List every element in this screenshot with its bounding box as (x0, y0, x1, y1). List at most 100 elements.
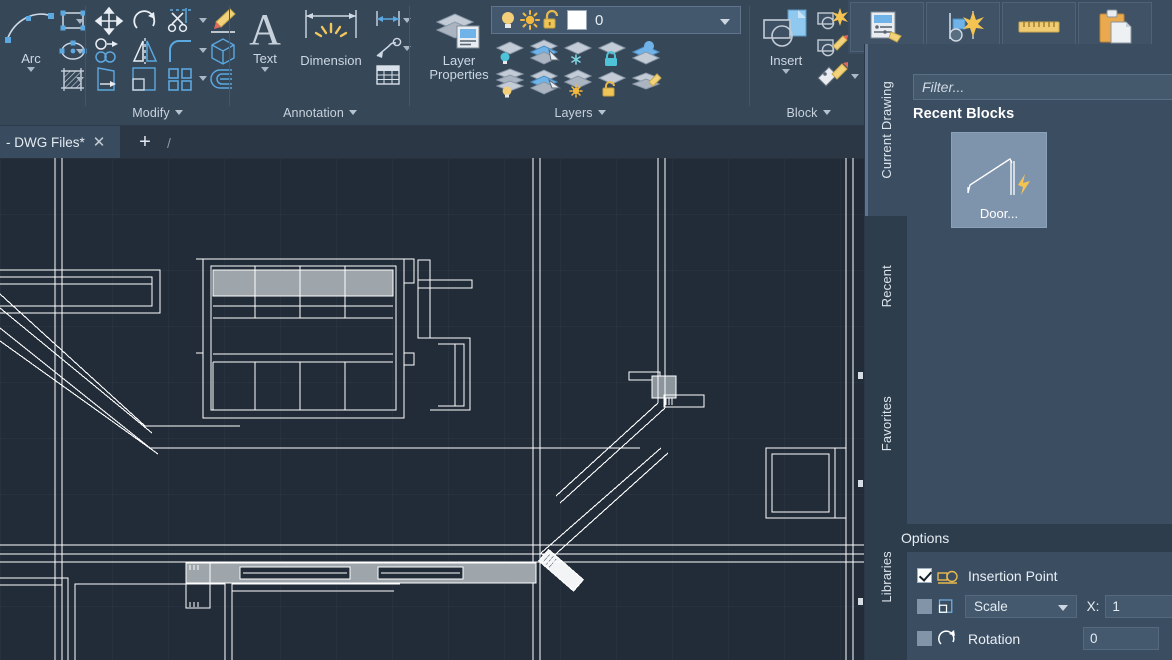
arc-icon (5, 6, 57, 50)
rotation-label: Rotation (968, 631, 1020, 647)
block-attribute-button[interactable] (815, 62, 849, 95)
text-button[interactable]: A Text (239, 6, 291, 72)
insert-block-button[interactable]: Insert (755, 6, 817, 74)
scale-dropdown-value: Scale (974, 599, 1008, 614)
stretch-button[interactable] (92, 64, 126, 99)
tab-divider: / (167, 135, 171, 151)
palette-tab-current-drawing[interactable]: Current Drawing (865, 44, 907, 216)
leader-button[interactable] (373, 34, 403, 65)
close-icon[interactable]: ✕ (93, 135, 106, 150)
rotation-field[interactable]: 0 (1083, 627, 1159, 650)
hatch-dropdown-caret[interactable] (76, 77, 84, 82)
layer-dropdown-caret[interactable] (720, 19, 730, 25)
file-tab[interactable]: - DWG Files* ✕ (0, 126, 120, 158)
block-item-door-label: Door... (952, 206, 1046, 221)
ruler-icon (1017, 16, 1061, 38)
layer-turn-on-icon (527, 68, 561, 98)
annotation-panel-caret[interactable] (349, 110, 357, 115)
block-attribute-dropdown-caret[interactable] (851, 74, 859, 79)
panel-title-layers-label: Layers (554, 106, 592, 120)
layer-freeze-icon (561, 38, 595, 68)
ribbon-panel-modify: Modify (86, 0, 229, 126)
scale-x-field[interactable]: 1 (1105, 595, 1172, 618)
layer-change-button[interactable] (629, 68, 663, 103)
file-tab-label: - DWG Files* (6, 135, 85, 150)
door-swing-icon (952, 133, 1046, 207)
linear-dimension-button[interactable] (373, 6, 403, 37)
svg-text:A: A (249, 6, 281, 50)
table-button[interactable] (373, 62, 403, 93)
new-tab-button[interactable]: + (130, 126, 160, 158)
option-scale-row: Scale X: 1 (865, 591, 1172, 622)
panel-title-block: Block (751, 102, 866, 126)
palette-tab-favorites[interactable]: Favorites (865, 356, 907, 492)
lightbulb-on-icon[interactable] (497, 9, 519, 31)
current-layer-name: 0 (595, 12, 603, 29)
chevron-down-icon[interactable] (1058, 605, 1068, 611)
move-icon (92, 6, 126, 36)
edit-block-icon (815, 34, 849, 62)
leader-icon (373, 34, 403, 60)
layer-properties-label-1: Layer (443, 54, 476, 68)
panel-title-modify-label: Modify (132, 106, 169, 120)
rectangle-dropdown-caret[interactable] (76, 19, 84, 24)
layer-off-button[interactable] (493, 68, 527, 103)
layers-panel-caret[interactable] (598, 110, 606, 115)
autocad-window: Arc (0, 0, 1172, 660)
insert-dropdown-caret[interactable] (782, 69, 790, 74)
palette-tab-favorites-label: Favorites (879, 396, 894, 451)
panel-title-block-label: Block (786, 106, 817, 120)
copy-icon (92, 36, 126, 66)
fillet-dropdown-caret[interactable] (199, 48, 207, 53)
block-item-door[interactable]: Door... (951, 132, 1047, 228)
ribbon-panel-annotation: A Text (231, 0, 409, 126)
panel-title-annotation: Annotation (231, 102, 409, 126)
insertion-point-label: Insertion Point (968, 568, 1058, 584)
layer-isolate-icon (493, 38, 527, 68)
ribbon: Arc (0, 0, 866, 126)
text-dropdown-caret[interactable] (261, 67, 269, 72)
dimension-button[interactable]: Dimension (289, 6, 373, 68)
arc-dropdown-caret[interactable] (27, 67, 35, 72)
scale-button[interactable] (128, 64, 162, 99)
layer-unlock-button[interactable] (595, 68, 629, 103)
trim-dropdown-caret[interactable] (199, 18, 207, 23)
dynamic-block-lightning-icon (1018, 174, 1030, 195)
unlock-icon[interactable] (541, 9, 563, 31)
layer-merge-icon (629, 38, 663, 68)
modify-panel-caret[interactable] (175, 110, 183, 115)
options-title: Options (901, 530, 949, 546)
text-icon: A (242, 6, 288, 50)
current-layer-dropdown[interactable]: 0 (491, 6, 741, 34)
insertion-point-checkbox[interactable] (917, 568, 932, 583)
layer-thaw-button[interactable] (561, 68, 595, 103)
array-dropdown-caret[interactable] (199, 76, 207, 81)
array-button[interactable] (164, 64, 198, 99)
ellipse-dropdown-caret[interactable] (76, 49, 84, 54)
option-rotation-row: Rotation 0 (865, 623, 1172, 654)
drawing-canvas[interactable] (0, 158, 866, 660)
scale-dropdown[interactable]: Scale (965, 595, 1077, 618)
fillet-icon (164, 36, 198, 66)
sun-thaw-icon[interactable] (519, 9, 541, 31)
rotation-checkbox[interactable] (917, 631, 932, 646)
hatch-button[interactable] (58, 66, 88, 99)
arc-button[interactable]: Arc (2, 6, 60, 72)
trim-icon (164, 6, 198, 36)
layer-properties-icon (431, 6, 487, 52)
block-panel-caret[interactable] (823, 110, 831, 115)
palette-tab-recent[interactable]: Recent (865, 218, 907, 354)
filter-input[interactable] (913, 74, 1172, 100)
layer-turn-on-button[interactable] (527, 68, 561, 103)
rotation-icon (936, 628, 960, 650)
layer-properties-button[interactable]: Layer Properties (421, 6, 497, 82)
mirror-icon (128, 36, 162, 66)
layer-unlock-icon (595, 68, 629, 98)
layer-color-swatch[interactable] (567, 10, 587, 30)
array-icon (164, 64, 198, 94)
scale-checkbox[interactable] (917, 599, 932, 614)
panel-title-draw: Draw (0, 102, 88, 126)
block-attribute-icon (815, 62, 849, 90)
option-insertion-point-row: Insertion Point (865, 560, 1172, 591)
create-block-icon (815, 6, 849, 34)
